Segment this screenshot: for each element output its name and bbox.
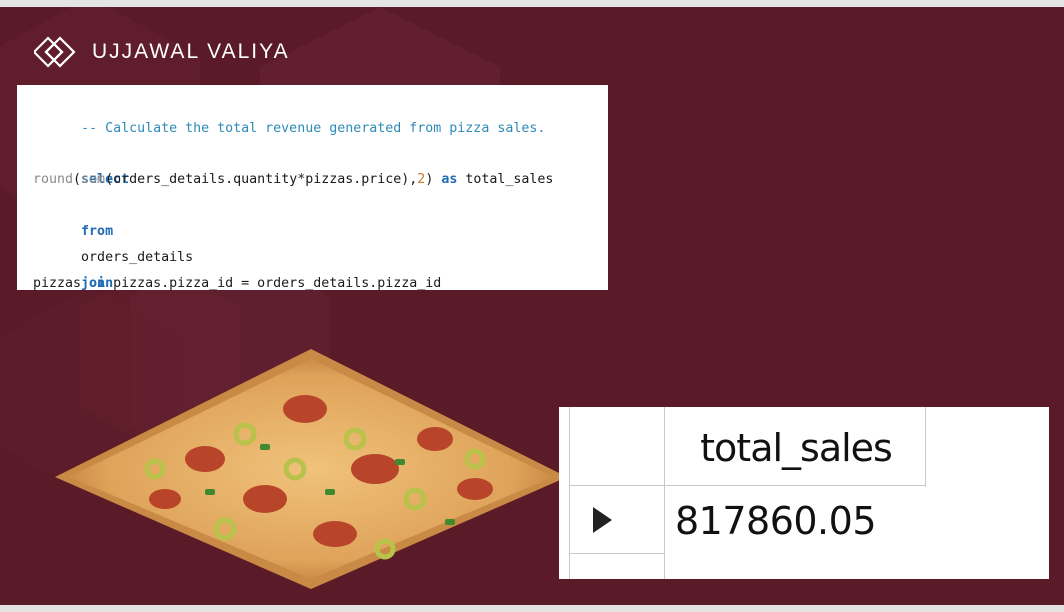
pizza-image [55, 349, 567, 589]
code-line-from: from [33, 193, 608, 239]
code-line-round: round(sum(orders_details.quantity*pizzas… [33, 167, 608, 193]
sql-table-name: orders_details [81, 249, 194, 265]
logo-icon [34, 36, 76, 68]
code-line-join-condition: pizzas on pizzas.pizza_id = orders_detai… [33, 271, 608, 297]
query-result-grid: total_sales 817860.05 [559, 407, 1049, 579]
sql-join-condition: pizzas.pizza_id = orders_details.pizza_i… [105, 275, 442, 291]
grid-line [569, 485, 925, 486]
code-line-select: select [33, 142, 608, 187]
sql-keyword-on: on [89, 275, 106, 291]
column-header-total-sales[interactable]: total_sales [667, 417, 925, 479]
sql-alias: total_sales [457, 172, 554, 188]
sql-keyword-as: as [441, 172, 458, 188]
grid-line [569, 553, 664, 554]
result-cell-total-sales[interactable]: 817860.05 [675, 489, 877, 553]
sql-keyword-from: from [81, 223, 114, 239]
sql-comment: -- Calculate the total revenue generated… [81, 120, 546, 136]
sql-paren-close: ) [425, 172, 442, 188]
sql-function-round: round [33, 172, 74, 188]
grid-line [925, 407, 926, 487]
sql-paren-open: ( [73, 172, 82, 188]
sql-sum-args: (orders_details.quantity*pizzas.price), [105, 172, 418, 188]
sql-query-panel: -- Calculate the total revenue generated… [17, 85, 608, 291]
code-line-comment: -- Calculate the total revenue generated… [33, 90, 608, 136]
code-line-table: orders_details [33, 219, 608, 265]
brand-header: UJJAWAL VALIYA [34, 32, 290, 72]
sql-function-sum: sum [81, 172, 106, 188]
row-pointer-icon [593, 507, 612, 533]
slide: UJJAWAL VALIYA -- Calculate the total re… [0, 7, 1064, 605]
grid-line [664, 407, 665, 579]
brand-name: UJJAWAL VALIYA [92, 40, 290, 63]
sql-join-table: pizzas [33, 275, 90, 291]
